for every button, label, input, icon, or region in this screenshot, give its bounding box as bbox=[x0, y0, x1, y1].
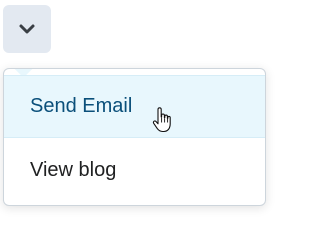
menu-item-label: Send Email bbox=[30, 95, 133, 117]
chevron-down-icon bbox=[19, 24, 35, 34]
menu-item-view-blog[interactable]: View blog bbox=[4, 139, 265, 201]
dropdown-toggle-button[interactable] bbox=[3, 5, 51, 53]
dropdown-menu: Send Email View blog bbox=[3, 68, 266, 206]
menu-item-label: View blog bbox=[30, 158, 117, 181]
menu-item-send-email[interactable]: Send Email bbox=[4, 75, 265, 138]
